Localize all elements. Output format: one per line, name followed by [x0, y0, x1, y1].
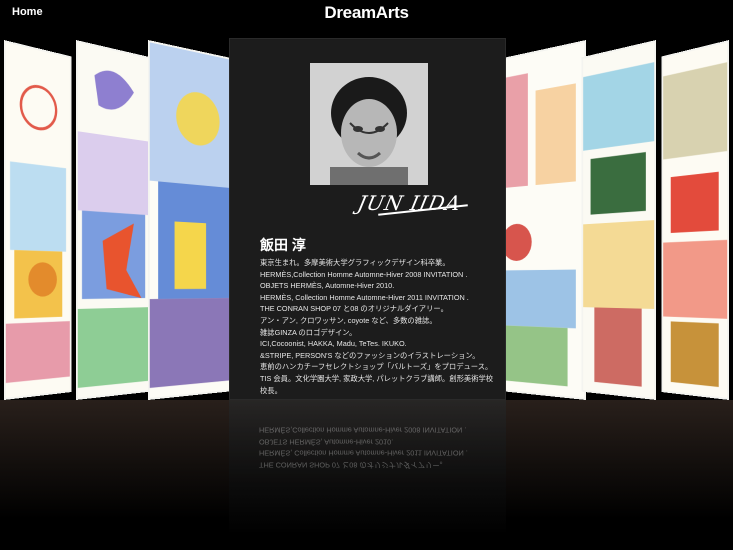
- illustration-icon: [77, 42, 149, 398]
- bio-line: 雑誌GINZA のロゴデザイン。: [260, 327, 357, 337]
- bio-line: 恵前のハンカチーフセレクトショップ「バルトーズ」をプロデュース。: [260, 362, 493, 372]
- bio-line: TIS 会員。文化学園大学, 家政大学, パレットクラブ講師。創形美術学校: [260, 373, 494, 383]
- artwork-panel-left-2[interactable]: [76, 40, 151, 400]
- illustration-icon: [663, 42, 728, 398]
- bio-line-reflection: OBJETS HERMÈS, Automne-Hiver 2010.: [259, 437, 394, 447]
- illustration-icon: [5, 42, 70, 398]
- artwork-panel-right-2[interactable]: [581, 40, 656, 400]
- portrait-photo-icon: [310, 63, 428, 185]
- coverflow-stage: JUN IIDA 飯田 淳 東京生まれ。多摩美術大学グラフィックデザイン科卒業。…: [0, 26, 733, 550]
- bio-line: アン・アン, クロワッサン, coyote など、多数の雑誌。: [260, 315, 437, 325]
- bio-line: 東京生まれ。多摩美術大学グラフィックデザイン科卒業。: [260, 258, 450, 267]
- bio-line: HERMÈS, Collection Homme Automne-Hiver 2…: [260, 292, 469, 302]
- card-reflection: THE CONRAN SHOP 07 と08 のオリジナルダイアリー。 HERM…: [229, 400, 506, 550]
- bio-line-reflection: HERMÈS,Collection Homme Automne-Hiver 20…: [259, 425, 467, 435]
- bio-line-reflection: THE CONRAN SHOP 07 と08 のオリジナルダイアリー。: [259, 460, 447, 470]
- dreamarts-logo: DreamArts: [324, 3, 409, 22]
- artwork-panel-left-1[interactable]: [4, 40, 72, 400]
- reflection-text: THE CONRAN SHOP 07 と08 のオリジナルダイアリー。 HERM…: [259, 424, 468, 470]
- illustration-icon: [583, 42, 655, 398]
- bio-line: THE CONRAN SHOP 07 と08 のオリジナルダイアリー。: [260, 304, 448, 314]
- top-bar: Home DreamArts: [0, 0, 733, 26]
- bio-line: &STRIPE, PERSON'S などのファッションのイラストレーション。: [260, 350, 480, 360]
- profile-name: 飯田 淳: [260, 237, 306, 253]
- bio-line: 校長。: [260, 385, 282, 395]
- artwork-panel-right-1[interactable]: [661, 40, 729, 400]
- bio-line: OBJETS HERMÈS, Automne-Hiver 2010.: [260, 281, 395, 291]
- bio-line: HERMÈS,Collection Homme Automne-Hiver 20…: [260, 269, 468, 279]
- profile-bio: 東京生まれ。多摩美術大学グラフィックデザイン科卒業。 HERMÈS,Collec…: [260, 257, 500, 396]
- bio-line-reflection: HERMÈS, Collection Homme Automne-Hiver 2…: [259, 448, 468, 458]
- bio-line: ICI,Cocoonist, HAKKA, Madu, TeTes. IKUKO…: [260, 339, 407, 349]
- profile-card: JUN IIDA 飯田 淳 東京生まれ。多摩美術大学グラフィックデザイン科卒業。…: [229, 38, 506, 400]
